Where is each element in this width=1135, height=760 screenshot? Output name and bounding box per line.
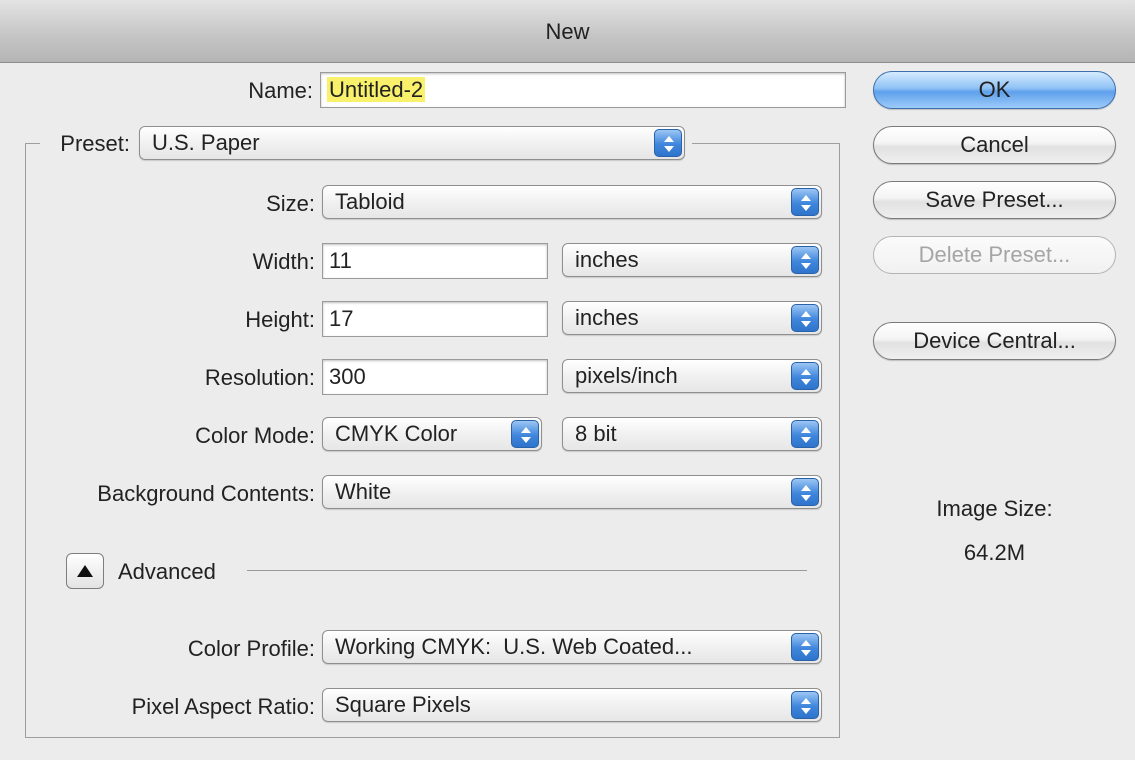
height-unit-popup[interactable]: inches (562, 301, 822, 335)
up-down-arrows-icon (791, 362, 819, 390)
resolution-unit-value: pixels/inch (575, 363, 678, 388)
image-size-value: 64.2M (963, 540, 1026, 565)
up-down-arrows-icon (654, 129, 682, 157)
name-label: Name: (248, 78, 313, 103)
delete-preset-button[interactable]: Delete Preset... (873, 236, 1116, 274)
color-mode-popup[interactable]: CMYK Color (322, 417, 542, 451)
pixel-aspect-ratio-label: Pixel Aspect Ratio: (131, 694, 315, 719)
up-down-arrows-icon (791, 246, 819, 274)
preset-label: Preset: (60, 131, 130, 156)
height-unit-value: inches (575, 305, 639, 330)
pixel-aspect-ratio-value: Square Pixels (335, 692, 471, 717)
width-unit-popup[interactable]: inches (562, 243, 822, 277)
up-down-arrows-icon (511, 420, 539, 448)
size-value: Tabloid (335, 189, 405, 214)
background-contents-value: White (335, 479, 392, 504)
resolution-label: Resolution: (204, 365, 315, 390)
resolution-field[interactable]: 300 (322, 359, 548, 395)
up-down-arrows-icon (791, 691, 819, 719)
color-mode-label: Color Mode: (195, 423, 315, 448)
preset-value: U.S. Paper (152, 130, 260, 155)
pixel-aspect-ratio-popup[interactable]: Square Pixels (322, 688, 822, 722)
background-contents-popup[interactable]: White (322, 475, 822, 509)
advanced-divider (247, 570, 807, 571)
height-field[interactable]: 17 (322, 301, 548, 337)
up-down-arrows-icon (791, 304, 819, 332)
save-preset-button[interactable]: Save Preset... (873, 181, 1116, 219)
up-down-arrows-icon (791, 478, 819, 506)
advanced-disclosure-button[interactable] (66, 553, 104, 589)
name-value: Untitled-2 (327, 77, 426, 102)
name-field[interactable]: Untitled-2 (320, 72, 846, 108)
up-down-arrows-icon (791, 420, 819, 448)
width-field[interactable]: 11 (322, 243, 548, 279)
width-label: Width: (252, 249, 315, 274)
advanced-label: Advanced (118, 559, 216, 584)
up-down-arrows-icon (791, 188, 819, 216)
bit-depth-popup[interactable]: 8 bit (562, 417, 822, 451)
color-mode-value: CMYK Color (335, 421, 458, 446)
preset-popup[interactable]: U.S. Paper (139, 126, 685, 160)
width-unit-value: inches (575, 247, 639, 272)
color-profile-value: Working CMYK: U.S. Web Coated... (335, 634, 693, 659)
color-profile-popup[interactable]: Working CMYK: U.S. Web Coated... (322, 630, 822, 664)
triangle-up-icon (77, 565, 93, 577)
background-contents-label: Background Contents: (97, 481, 315, 506)
size-label: Size: (266, 191, 315, 216)
bit-depth-value: 8 bit (575, 421, 617, 446)
height-label: Height: (245, 307, 315, 332)
size-popup[interactable]: Tabloid (322, 185, 822, 219)
resolution-unit-popup[interactable]: pixels/inch (562, 359, 822, 393)
ok-button[interactable]: OK (873, 71, 1116, 109)
device-central-button[interactable]: Device Central... (873, 322, 1116, 360)
up-down-arrows-icon (791, 633, 819, 661)
window-title: New (0, 0, 1135, 63)
cancel-button[interactable]: Cancel (873, 126, 1116, 164)
color-profile-label: Color Profile: (187, 636, 315, 661)
image-size-label: Image Size: (936, 496, 1053, 521)
